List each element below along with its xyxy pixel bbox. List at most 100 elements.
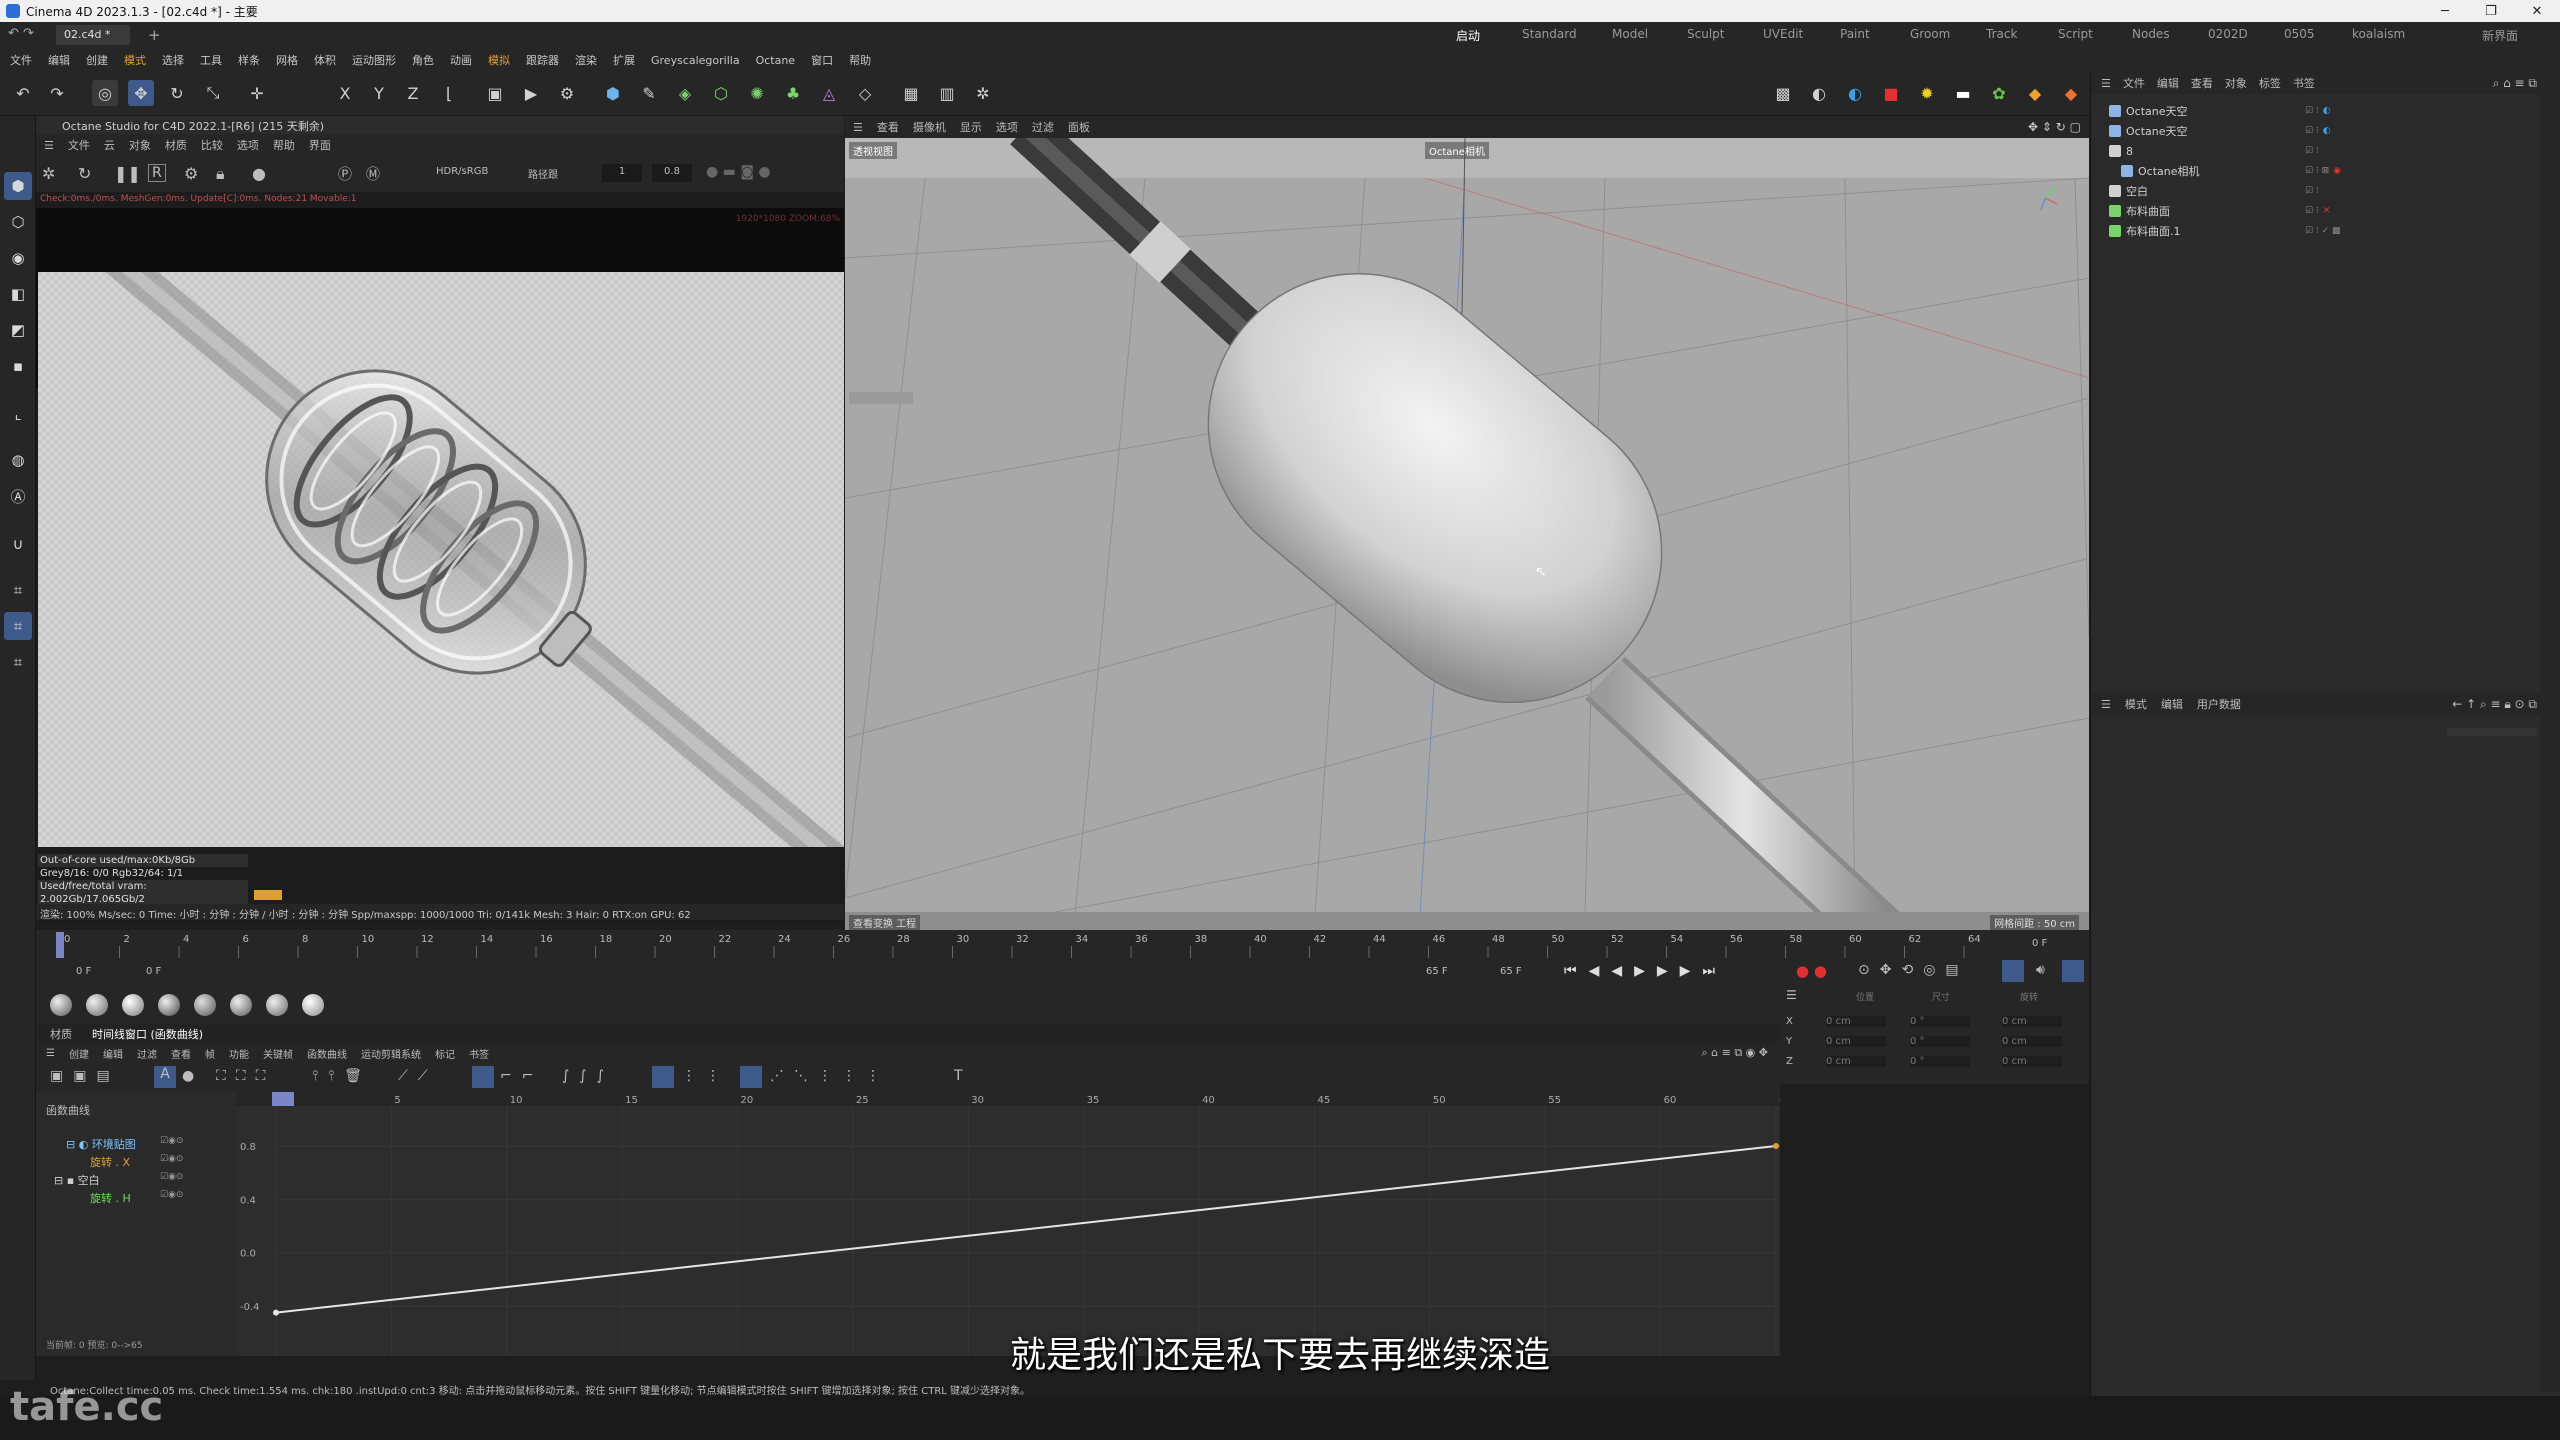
octane-material-icon[interactable]: ◆: [2022, 80, 2048, 106]
fcurve-auto-icon[interactable]: A: [154, 1066, 176, 1088]
pen-icon[interactable]: ✎: [636, 80, 662, 106]
fcurve-menu-view[interactable]: 查看: [171, 1046, 191, 1061]
layout-tab-uvedit[interactable]: UVEdit: [1763, 27, 1803, 41]
close-button[interactable]: ✕: [2514, 0, 2560, 22]
attr-menu-userdata[interactable]: 用户数据: [2197, 696, 2241, 712]
object-flags[interactable]: ☑ ⁝ ✕: [2305, 206, 2330, 216]
render-icon[interactable]: ▶: [518, 80, 544, 106]
object-row[interactable]: 布料曲面.1 ☑ ⁝ ✓ ▩: [2109, 222, 2549, 240]
layout-tab-groom[interactable]: Groom: [1910, 27, 1950, 41]
perspective-viewport[interactable]: ↖ ☰ 查看 摄像机 显示 选项 过滤 面板 ✥ ⇕ ↻ ▢ 透视视图 Octa…: [845, 116, 2089, 930]
material-swatch[interactable]: [230, 994, 252, 1016]
fcurve-keyframe[interactable]: [273, 1309, 279, 1316]
menu-mesh[interactable]: 网格: [276, 52, 298, 68]
track-row[interactable]: ⊟ ▪ 空白: [54, 1172, 100, 1188]
layout-tab-script[interactable]: Script: [2058, 27, 2093, 41]
coord-position-field[interactable]: 0 cm: [1826, 1036, 1886, 1047]
field-icon[interactable]: ✺: [744, 80, 770, 106]
object-menu-edit[interactable]: 编辑: [2157, 75, 2179, 91]
track-flags[interactable]: ☑◉⊙: [160, 1136, 183, 1146]
coord-size-field[interactable]: 0 cm: [2002, 1016, 2062, 1027]
object-menu-view[interactable]: 查看: [2191, 75, 2213, 91]
preview-start-field[interactable]: 0 F: [146, 966, 161, 977]
object-flags[interactable]: ☑ ⁝ ✓ ▩: [2305, 226, 2341, 236]
model-mode-icon[interactable]: ⬢: [4, 172, 32, 200]
move-icon[interactable]: ✥: [128, 80, 154, 106]
fcurve-menu-frame[interactable]: 帧: [205, 1046, 215, 1061]
fcurve-text-icon[interactable]: T: [954, 1068, 963, 1084]
deformer-icon[interactable]: ◬: [816, 80, 842, 106]
octane-sky-icon[interactable]: ◐: [1842, 80, 1868, 106]
octane-menu-file[interactable]: 文件: [68, 137, 90, 153]
fcurve-graph[interactable]: 051015202530354045505560650.80.40.0-0.4: [236, 1092, 1792, 1356]
attr-menu-hamburger[interactable]: ☰: [2101, 698, 2111, 711]
fcurve-menu-keys[interactable]: 关键帧: [263, 1046, 293, 1061]
fcurve-menu-hamburger[interactable]: ☰: [46, 1048, 55, 1059]
octane-value-field-1[interactable]: 1: [602, 164, 642, 182]
viewport-camera-label[interactable]: Octane相机: [1425, 142, 1489, 159]
object-menu-objects[interactable]: 对象: [2225, 75, 2247, 91]
current-frame-field[interactable]: 0 F: [76, 966, 91, 977]
fcurve-linear-icon[interactable]: [472, 1066, 494, 1088]
menu-extensions[interactable]: 扩展: [613, 52, 635, 68]
layout-tab-startup[interactable]: 启动: [1456, 27, 1480, 44]
layout-tab-koalaism[interactable]: koalaism: [2352, 27, 2405, 41]
material-swatch[interactable]: [194, 994, 216, 1016]
octane-extra-icons[interactable]: ● ▬ ◙ ●: [706, 164, 771, 180]
minimize-button[interactable]: ─: [2422, 0, 2468, 22]
attr-menu-edit[interactable]: 编辑: [2161, 696, 2183, 712]
viewport-menu-options[interactable]: 选项: [996, 119, 1018, 135]
layout-tab-sculpt[interactable]: Sculpt: [1687, 27, 1724, 41]
menu-select[interactable]: 选择: [162, 52, 184, 68]
object-row[interactable]: Octane相机 ☑ ⁝ ⊠ ◉: [2121, 162, 2560, 180]
octane-settings-icon[interactable]: ⚙: [184, 164, 198, 183]
octane-menu-options[interactable]: 选项: [237, 137, 259, 153]
track-row[interactable]: 旋转 . X: [90, 1154, 130, 1170]
viewport-menu-camera[interactable]: 摄像机: [913, 119, 946, 135]
fcurve-sphere-icon[interactable]: ●: [182, 1068, 194, 1084]
material-swatch[interactable]: [158, 994, 180, 1016]
fcurve-nav-icons[interactable]: ⌕ ⌂ ≡ ⧉ ◉ ✥: [1701, 1046, 1768, 1060]
doc-tab[interactable]: 02.c4d *: [56, 25, 130, 45]
octane-pause-icon[interactable]: ❚❚: [114, 164, 141, 183]
effector-icon[interactable]: ♣: [780, 80, 806, 106]
object-row[interactable]: 空白 ☑ ⁝: [2109, 182, 2549, 200]
menu-help[interactable]: 帮助: [849, 52, 871, 68]
coord-position-field[interactable]: 0 cm: [1826, 1056, 1886, 1067]
coord-size-field[interactable]: 0 cm: [2002, 1036, 2062, 1047]
uv-mode-icon[interactable]: ▪: [4, 352, 32, 380]
viewport-menu-display[interactable]: 显示: [960, 119, 982, 135]
menu-simulate[interactable]: 模拟: [488, 52, 510, 68]
object-row[interactable]: Octane天空 ☑ ⁝ ◐: [2109, 102, 2549, 120]
octane-half-icon[interactable]: ◐: [1806, 80, 1832, 106]
coord-rotation-field[interactable]: 0 °: [1910, 1036, 1970, 1047]
octane-menu-help[interactable]: 帮助: [273, 137, 295, 153]
menu-character[interactable]: 角色: [412, 52, 434, 68]
viewport-hud-widget[interactable]: [849, 392, 913, 404]
octane-menu-interface[interactable]: 界面: [309, 137, 331, 153]
menu-tracker[interactable]: 跟踪器: [526, 52, 559, 68]
render-view-icon[interactable]: ▣: [482, 80, 508, 106]
undo-icon[interactable]: ↶: [10, 80, 36, 106]
object-flags[interactable]: ☑ ⁝ ◐: [2305, 106, 2331, 116]
octane-area-light-icon[interactable]: ▬: [1950, 80, 1976, 106]
layout-tab-track[interactable]: Track: [1986, 27, 2017, 41]
object-menu-hamburger[interactable]: ☰: [2101, 77, 2111, 90]
coord-size-field[interactable]: 0 cm: [2002, 1056, 2062, 1067]
light-icon[interactable]: ◇: [852, 80, 878, 106]
fcurve-menu-curves[interactable]: 函数曲线: [307, 1046, 347, 1061]
tab-fcurve[interactable]: 时间线窗口 (函数曲线): [92, 1026, 203, 1042]
octane-settings-icon[interactable]: ◆: [2058, 80, 2084, 106]
octane-render-image[interactable]: [38, 272, 844, 847]
transform-icon[interactable]: ✛: [244, 80, 270, 106]
menu-mograph[interactable]: 运动图形: [352, 52, 396, 68]
layout-tab-new[interactable]: 新界面: [2482, 27, 2518, 44]
track-row[interactable]: 旋转 . H: [90, 1190, 131, 1206]
octane-menu-objects[interactable]: 对象: [129, 137, 151, 153]
fcurve-frame-icons[interactable]: ⛶⛶⛶: [216, 1068, 275, 1084]
layout-tab-paint[interactable]: Paint: [1840, 27, 1870, 41]
object-row[interactable]: 8 ☑ ⁝: [2109, 142, 2549, 160]
redo-icon[interactable]: ↷: [44, 80, 70, 106]
fcurve-menu-bookmarks[interactable]: 书签: [469, 1046, 489, 1061]
menu-tools[interactable]: 工具: [200, 52, 222, 68]
